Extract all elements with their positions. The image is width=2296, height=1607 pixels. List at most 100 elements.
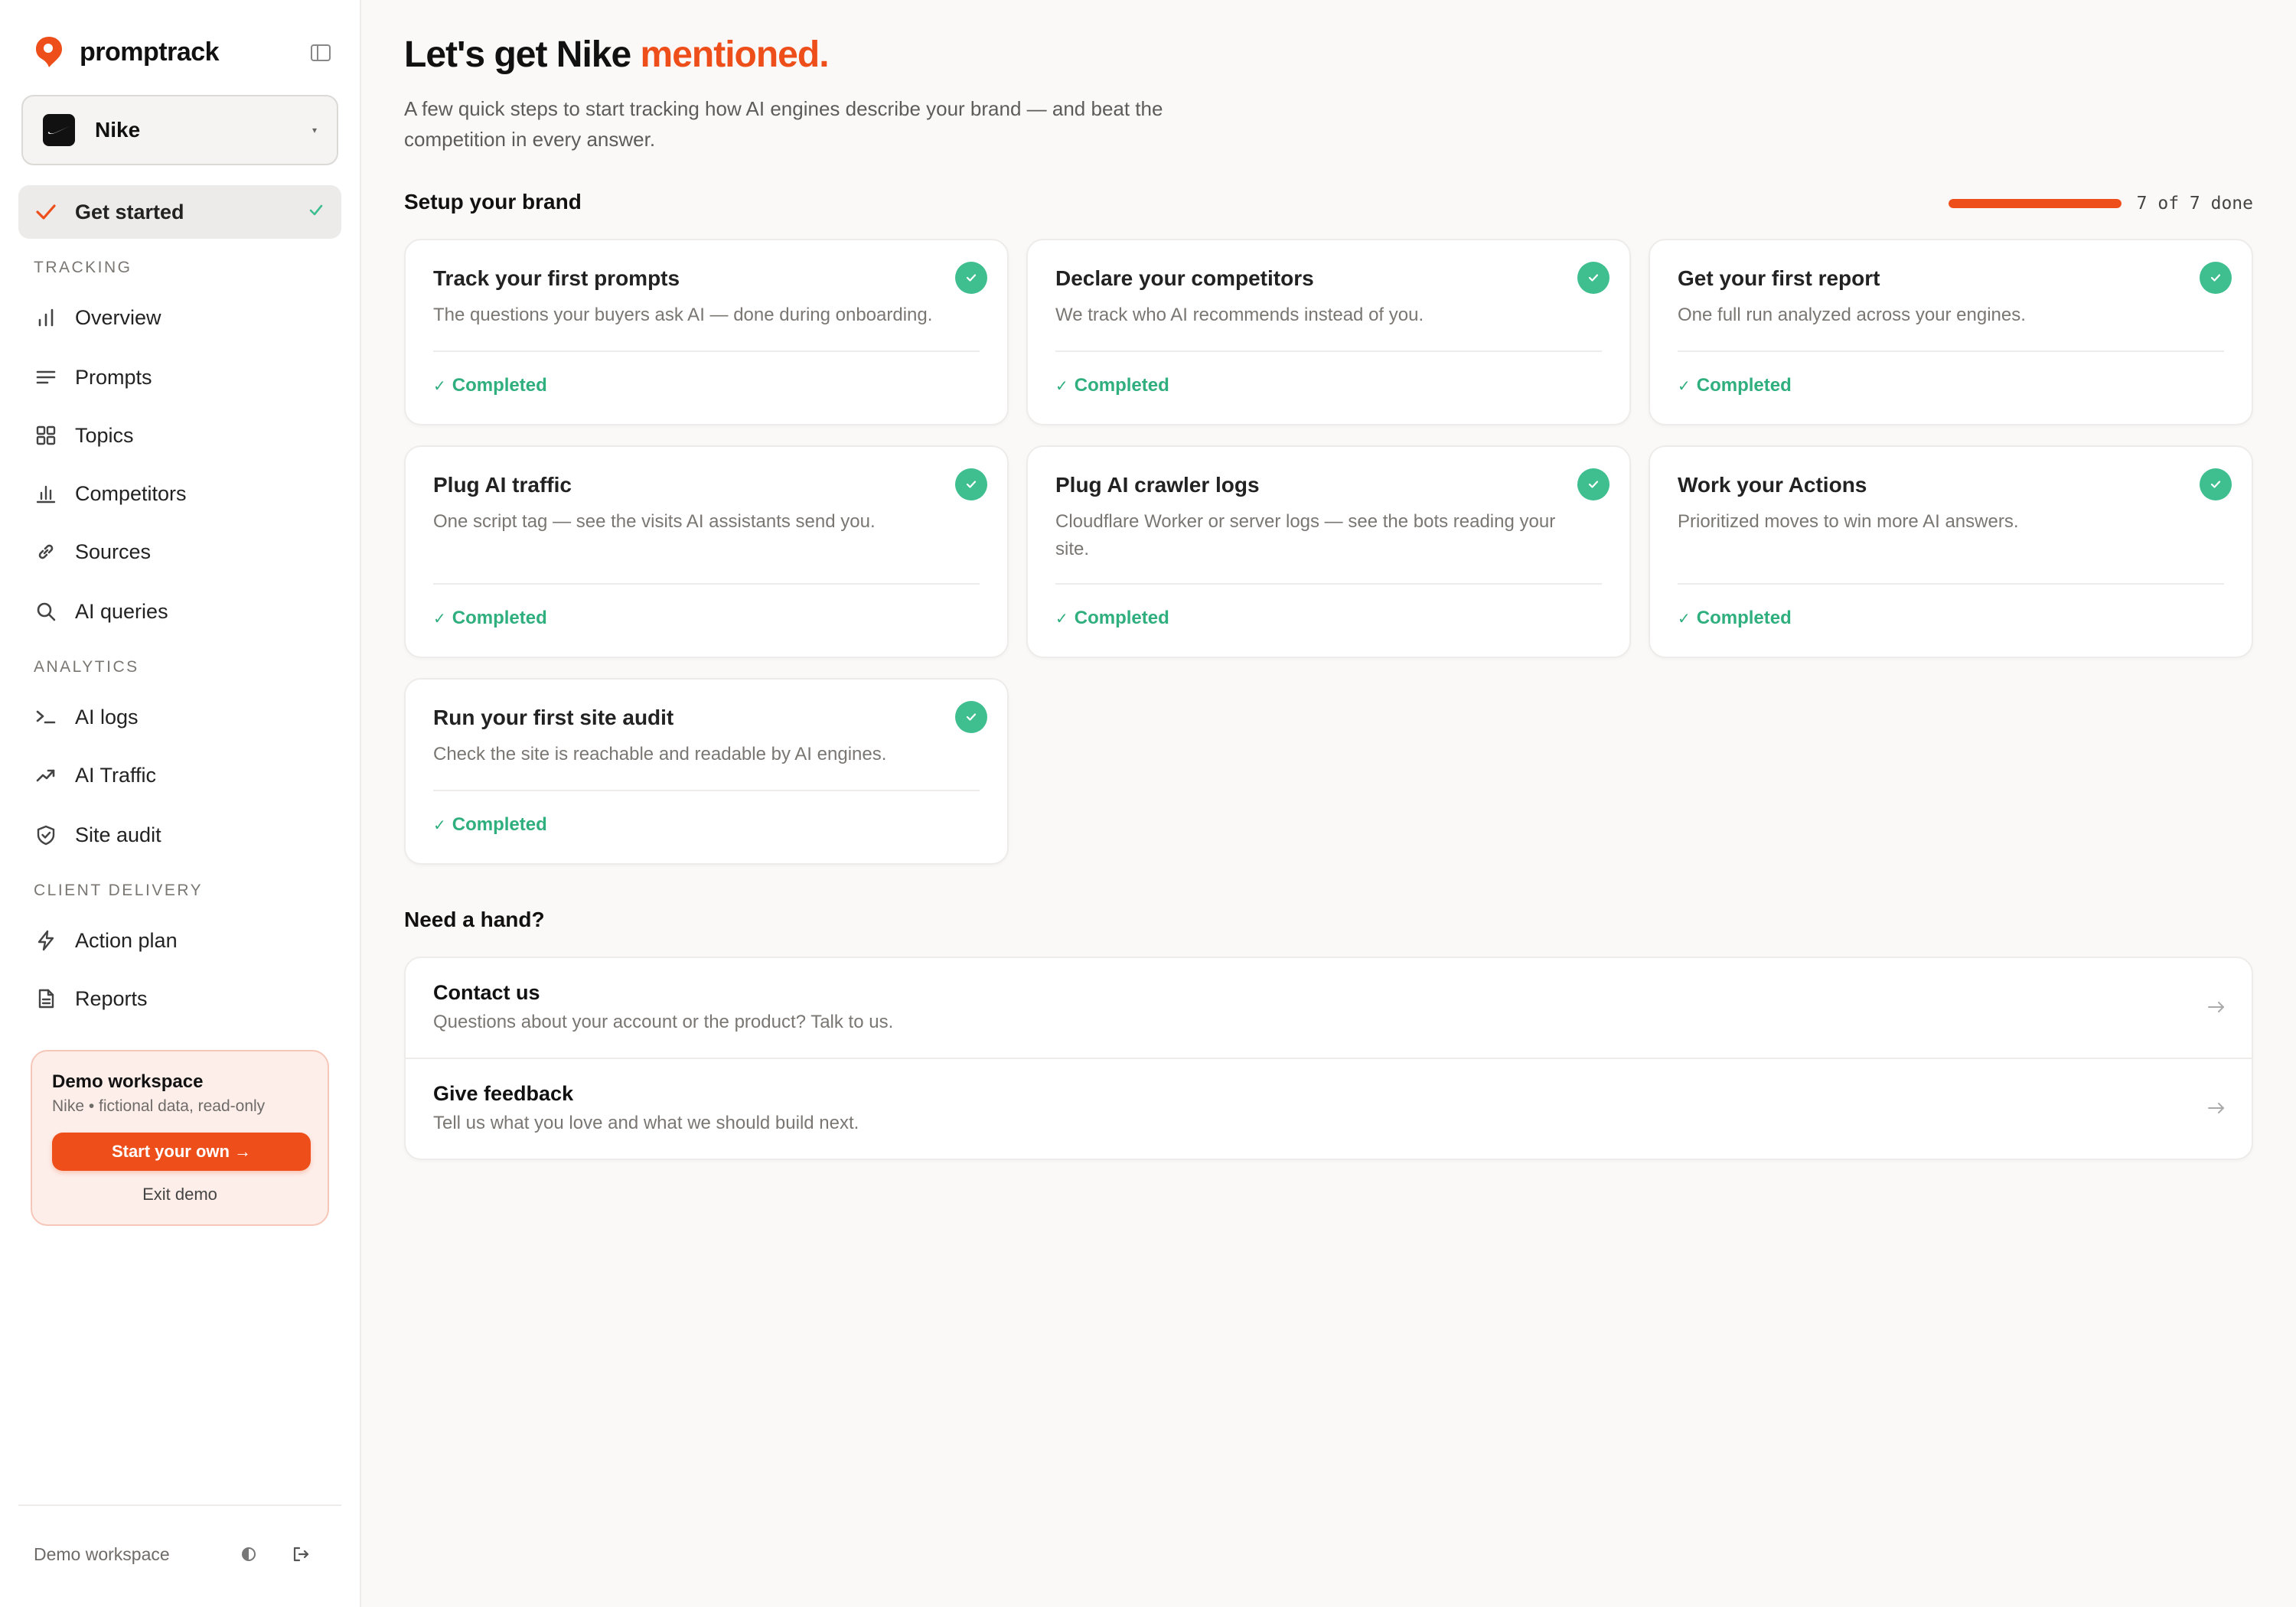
step-card[interactable]: Declare your competitors We track who AI… [1026, 239, 1631, 425]
nav-overview[interactable]: Overview [18, 291, 341, 344]
progress-bar [1948, 199, 2122, 208]
nav-label: Action plan [75, 928, 178, 952]
section-label-client-delivery: CLIENT DELIVERY [34, 882, 204, 899]
page-title: Let's get Nike mentioned. [404, 34, 830, 76]
trending-up-icon [34, 763, 58, 787]
nav-competitors[interactable]: Competitors [18, 467, 341, 520]
theme-toggle-button[interactable] [236, 1541, 262, 1567]
step-description: Check the site is reachable and readable… [433, 744, 887, 764]
nike-logo-icon [43, 114, 75, 146]
nav-ai-queries[interactable]: AI queries [18, 585, 341, 638]
card-divider [1055, 583, 1602, 585]
step-status-label: Completed [452, 814, 547, 835]
step-title: Plug AI crawler logs [1055, 473, 1260, 497]
nav-ai-logs[interactable]: AI logs [18, 690, 341, 744]
check-circle-icon [1577, 468, 1609, 500]
card-divider [433, 790, 980, 791]
step-status-label: Completed [1696, 375, 1792, 396]
check-circle-icon [2200, 468, 2232, 500]
card-divider [433, 583, 980, 585]
sidebar: promptrack Nike ▾ Get started TRACKING O… [0, 0, 361, 1607]
step-status-label: Completed [1696, 608, 1792, 628]
page-subtitle: A few quick steps to start tracking how … [404, 97, 1163, 151]
check-circle-icon [955, 262, 987, 294]
promptrack-logo-icon [34, 35, 64, 69]
nav-prompts[interactable]: Prompts [18, 350, 341, 404]
demo-workspace-card: Demo workspace Nike • fictional data, re… [31, 1050, 329, 1226]
give-feedback-row[interactable]: Give feedback Tell us what you love and … [406, 1059, 2252, 1160]
card-divider [1678, 350, 2224, 352]
tick-icon: ✓ [1678, 377, 1691, 395]
tick-icon: ✓ [433, 610, 446, 627]
step-card[interactable]: Plug AI traffic One script tag — see the… [404, 445, 1009, 658]
workspace-switcher[interactable]: Nike ▾ [21, 95, 338, 165]
step-card[interactable]: Get your first report One full run analy… [1649, 239, 2253, 425]
nav-label: Competitors [75, 481, 187, 505]
nav-get-started[interactable]: Get started [18, 185, 341, 239]
step-status-label: Completed [452, 375, 547, 396]
exit-demo-button[interactable]: Exit demo [52, 1185, 308, 1204]
step-status-label: Completed [1074, 608, 1169, 628]
nav-label: AI logs [75, 705, 139, 729]
tick-icon: ✓ [1678, 610, 1691, 627]
document-icon [34, 986, 58, 1011]
sidebar-panel-icon [310, 44, 331, 62]
step-status: ✓ Completed [433, 608, 547, 629]
step-description: Prioritized moves to win more AI answers… [1678, 511, 2019, 532]
bar-chart-icon [34, 305, 58, 330]
nav-label: Overview [75, 305, 161, 329]
tick-icon: ✓ [433, 377, 446, 395]
step-status-label: Completed [452, 608, 547, 628]
step-card[interactable]: Work your Actions Prioritized moves to w… [1649, 445, 2253, 658]
nav-action-plan[interactable]: Action plan [18, 914, 341, 967]
contact-us-row[interactable]: Contact us Questions about your account … [406, 958, 2252, 1059]
step-card[interactable]: Track your first prompts The questions y… [404, 239, 1009, 425]
sidebar-toggle-button[interactable] [308, 40, 334, 66]
step-status: ✓ Completed [1055, 608, 1169, 629]
tick-icon: ✓ [1055, 610, 1068, 627]
progress-fill [1948, 199, 2122, 208]
card-divider [1055, 350, 1602, 352]
check-circle-icon [2200, 262, 2232, 294]
nav-label: AI queries [75, 599, 168, 623]
check-circle-icon [1577, 262, 1609, 294]
demo-subtitle: Nike • fictional data, read-only [52, 1097, 266, 1115]
logout-button[interactable] [288, 1541, 314, 1567]
caret-down-icon: ▾ [311, 125, 317, 135]
section-label-analytics: ANALYTICS [34, 658, 139, 676]
nav-label: Site audit [75, 823, 161, 846]
nav-site-audit[interactable]: Site audit [18, 808, 341, 862]
nav-label: Reports [75, 986, 148, 1010]
help-row-description: Questions about your account or the prod… [433, 1012, 894, 1032]
nav-reports[interactable]: Reports [18, 972, 341, 1025]
card-divider [1678, 583, 2224, 585]
brand[interactable]: promptrack [34, 34, 220, 70]
link-icon [34, 539, 58, 564]
nav-label: Topics [75, 423, 134, 447]
step-description: We track who AI recommends instead of yo… [1055, 305, 1424, 325]
step-status: ✓ Completed [1678, 375, 1792, 396]
step-card[interactable]: Plug AI crawler logs Cloudflare Worker o… [1026, 445, 1631, 658]
check-icon [34, 200, 58, 224]
search-icon [34, 599, 58, 624]
step-title: Get your first report [1678, 266, 1880, 290]
bolt-icon [34, 928, 58, 953]
section-label-tracking: TRACKING [34, 259, 132, 276]
nav-topics[interactable]: Topics [18, 409, 341, 462]
step-description: Cloudflare Worker or server logs — see t… [1055, 511, 1556, 559]
arrow-right-icon [2207, 1100, 2226, 1116]
nav-label: Prompts [75, 365, 152, 389]
step-title: Declare your competitors [1055, 266, 1314, 290]
nav-ai-traffic[interactable]: AI Traffic [18, 748, 341, 802]
nav-label: Get started [75, 200, 184, 223]
tick-icon: ✓ [433, 817, 446, 834]
step-status-label: Completed [1074, 375, 1169, 396]
nav-sources[interactable]: Sources [18, 525, 341, 579]
step-card[interactable]: Run your first site audit Check the site… [404, 678, 1009, 865]
step-title: Track your first prompts [433, 266, 680, 290]
logout-icon [292, 1545, 310, 1563]
start-your-own-button[interactable]: Start your own → [52, 1133, 311, 1171]
footer-workspace-label: Demo workspace [34, 1544, 170, 1564]
step-title: Plug AI traffic [433, 473, 572, 497]
terminal-icon [34, 705, 58, 729]
